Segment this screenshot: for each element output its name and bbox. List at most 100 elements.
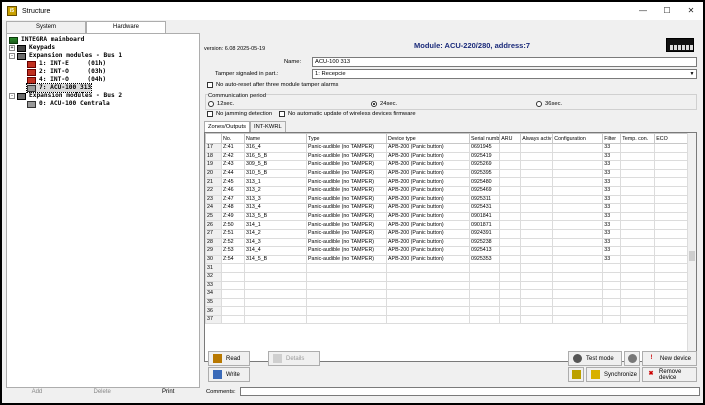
table-cell[interactable] (552, 237, 604, 248)
table-cell[interactable]: APB-200 (Panic button) (386, 211, 470, 222)
table-cell[interactable] (499, 143, 522, 153)
table-cell[interactable] (499, 271, 522, 282)
no-auto-update-checkbox[interactable] (279, 111, 285, 117)
tree-item[interactable]: 4: INT-O (04h) (27, 76, 106, 84)
table-cell[interactable] (520, 263, 554, 273)
table-cell[interactable] (468, 271, 501, 282)
add-button[interactable]: Add (32, 389, 43, 401)
read-button[interactable]: Read (208, 351, 250, 366)
table-cell[interactable] (654, 246, 691, 256)
table-cell[interactable] (654, 143, 691, 153)
table-cell[interactable] (306, 280, 387, 291)
table-cell[interactable] (602, 263, 622, 273)
table-cell[interactable]: 33 (602, 237, 622, 248)
tree-item[interactable]: - Expansion modules - Bus 2 (9, 92, 122, 100)
table-cell[interactable] (552, 194, 604, 205)
table-cell[interactable]: 314_4 (244, 246, 307, 256)
table-cell[interactable] (386, 306, 470, 316)
table-cell[interactable]: 0925480 (468, 177, 501, 187)
table-cell[interactable] (468, 289, 501, 299)
table-cell[interactable]: 33 (602, 177, 622, 187)
table-cell[interactable] (552, 271, 604, 282)
table-cell[interactable] (520, 289, 554, 299)
table-cell[interactable] (552, 228, 604, 239)
table-cell[interactable] (620, 297, 656, 308)
table-cell[interactable] (620, 194, 656, 205)
tamper-select[interactable]: 1: Recepcie ▼ (312, 69, 697, 79)
table-cell[interactable]: 33 (602, 220, 622, 230)
collapse-icon[interactable]: - (9, 53, 15, 59)
remove-device-button[interactable]: ✖ Remove device (642, 367, 697, 382)
table-cell[interactable] (654, 254, 691, 265)
table-cell[interactable]: APB-200 (Panic button) (386, 194, 470, 205)
table-cell[interactable]: APB-200 (Panic button) (386, 254, 470, 265)
table-cell[interactable] (499, 314, 522, 325)
table-cell[interactable]: Panic-audible (no TAMPER) (306, 203, 387, 213)
column-header[interactable]: Type (306, 133, 387, 144)
table-cell[interactable]: APB-200 (Panic button) (386, 203, 470, 213)
table-cell[interactable] (620, 314, 656, 325)
table-cell[interactable] (499, 151, 522, 162)
table-cell[interactable] (654, 194, 691, 205)
table-cell[interactable]: Z:42 (221, 151, 245, 162)
table-cell[interactable]: 313_2 (244, 185, 307, 196)
table-cell[interactable]: 314_3 (244, 237, 307, 248)
table-cell[interactable] (244, 306, 307, 316)
grid-scrollbar[interactable] (687, 133, 696, 361)
table-cell[interactable] (654, 185, 691, 196)
table-cell[interactable]: Z:52 (221, 237, 245, 248)
table-cell[interactable]: Panic-audible (no TAMPER) (306, 220, 387, 230)
table-cell[interactable] (620, 168, 656, 179)
table-cell[interactable] (620, 211, 656, 222)
table-cell[interactable] (602, 271, 622, 282)
table-cell[interactable]: 0901871 (468, 220, 501, 230)
table-cell[interactable] (306, 306, 387, 316)
table-row[interactable]: 20 Z:44 310_5_B Panic-audible (no TAMPER) AP… (205, 168, 691, 179)
tab-zones-outputs[interactable]: Zones/Outputs (204, 121, 251, 132)
table-cell[interactable] (499, 306, 522, 316)
table-cell[interactable]: 33 (602, 194, 622, 205)
column-header[interactable] (205, 133, 222, 144)
table-cell[interactable] (499, 203, 522, 213)
table-cell[interactable]: 313_5_B (244, 211, 307, 222)
table-cell[interactable]: 0925238 (468, 237, 501, 248)
table-row[interactable]: 36 (205, 306, 691, 316)
table-cell[interactable] (221, 297, 245, 308)
table-cell[interactable] (499, 160, 522, 170)
tab-int-kwrl[interactable]: INT-KWRL (250, 121, 286, 132)
table-cell[interactable] (386, 280, 470, 291)
table-cell[interactable] (602, 306, 622, 316)
table-cell[interactable] (499, 254, 522, 265)
table-row[interactable]: 27 Z:51 314_2 Panic-audible (no TAMPER) APB-… (205, 228, 691, 239)
table-cell[interactable] (602, 289, 622, 299)
table-cell[interactable]: Panic-audible (no TAMPER) (306, 194, 387, 205)
table-cell[interactable]: Panic-audible (no TAMPER) (306, 246, 387, 256)
table-cell[interactable] (244, 297, 307, 308)
table-cell[interactable]: 33 (602, 143, 622, 153)
table-cell[interactable] (468, 314, 501, 325)
table-cell[interactable] (620, 185, 656, 196)
print-button[interactable]: Print (162, 389, 174, 401)
table-row[interactable]: 25 Z:49 313_5_B Panic-audible (no TAMPER) AP… (205, 211, 691, 222)
table-row[interactable]: 19 Z:43 309_5_B Panic-audible (no TAMPER) AP… (205, 160, 691, 170)
table-cell[interactable]: 316_5_B (244, 151, 307, 162)
table-cell[interactable]: Z:46 (221, 185, 245, 196)
table-cell[interactable]: 313_3 (244, 194, 307, 205)
zones-grid[interactable]: No. Name Type Device type Serial numb ARU Alwa… (204, 132, 697, 362)
table-cell[interactable]: Z:44 (221, 168, 245, 179)
table-cell[interactable] (654, 271, 691, 282)
table-cell[interactable] (221, 271, 245, 282)
table-cell[interactable] (306, 271, 387, 282)
table-row[interactable]: 35 (205, 297, 691, 308)
tab-hardware[interactable]: Hardware (86, 21, 166, 33)
table-cell[interactable] (499, 228, 522, 239)
table-cell[interactable] (654, 177, 691, 187)
table-cell[interactable]: 316_4 (244, 143, 307, 153)
no-auto-reset-checkbox[interactable] (207, 82, 213, 88)
table-cell[interactable] (499, 289, 522, 299)
close-icon[interactable]: ✕ (679, 2, 703, 20)
name-input[interactable]: ACU-100 313 (312, 57, 697, 67)
radio-24sec[interactable] (371, 101, 377, 107)
table-cell[interactable]: Z:48 (221, 203, 245, 213)
table-cell[interactable] (520, 220, 554, 230)
